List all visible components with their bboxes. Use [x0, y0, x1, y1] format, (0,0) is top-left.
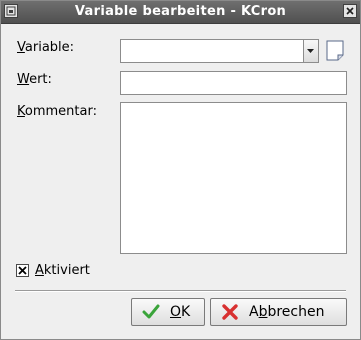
window-menu-button[interactable] — [4, 4, 18, 18]
titlebar[interactable]: Variable bearbeiten - KCron — [1, 1, 360, 24]
wert-label: Wert: — [17, 72, 52, 87]
variable-combobox[interactable] — [120, 39, 319, 63]
checkbox-x-icon — [18, 266, 27, 275]
dialog-window: Variable bearbeiten - KCron Variable: We… — [0, 0, 361, 340]
note-icon — [326, 40, 344, 61]
window-menu-icon — [6, 6, 16, 16]
aktiviert-label[interactable]: Aktiviert — [35, 263, 90, 278]
window-title: Variable bearbeiten - KCron — [74, 4, 287, 19]
variable-note-button[interactable] — [325, 39, 345, 61]
kommentar-textarea[interactable] — [120, 102, 347, 254]
cancel-button-label: Abbrechen — [249, 304, 325, 320]
wert-input[interactable] — [120, 71, 347, 95]
separator — [15, 290, 346, 292]
close-icon — [346, 7, 354, 15]
cross-icon — [222, 304, 238, 320]
checkmark-icon — [142, 304, 160, 319]
variable-dropdown-button[interactable] — [303, 40, 318, 62]
aktiviert-checkbox[interactable] — [16, 264, 29, 277]
cancel-button[interactable]: Abbrechen — [210, 298, 347, 326]
ok-button[interactable]: OK — [131, 298, 205, 326]
kommentar-label: Kommentar: — [17, 104, 97, 119]
variable-label: Variable: — [17, 40, 75, 55]
ok-button-label: OK — [170, 304, 191, 320]
close-window-button[interactable] — [343, 4, 357, 18]
chevron-down-icon — [307, 49, 314, 53]
